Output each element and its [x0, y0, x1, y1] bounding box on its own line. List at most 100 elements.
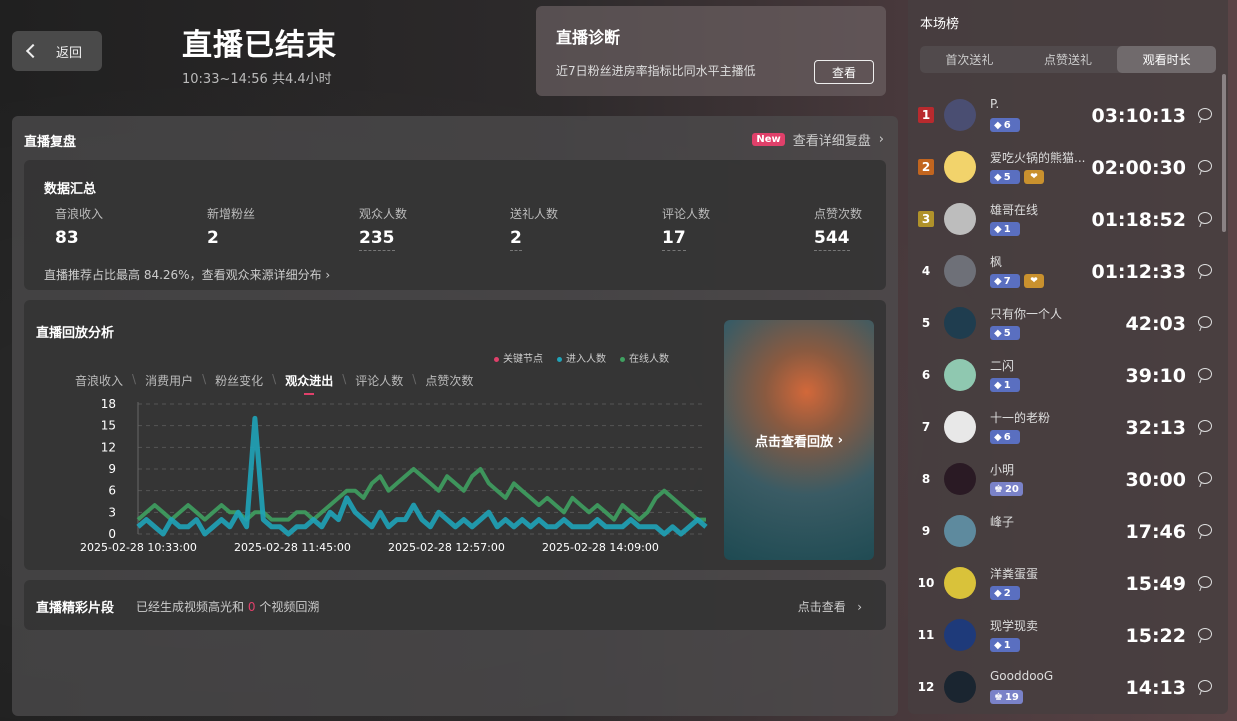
- highlights-link-label: 点击查看: [797, 600, 846, 614]
- avatar[interactable]: [944, 619, 976, 651]
- rank-number: 8: [921, 472, 931, 486]
- level-value: 7: [1003, 275, 1011, 287]
- stat-new-fans: 新增粉丝 2: [207, 205, 255, 248]
- user-level-badge: ◆ 6: [990, 118, 1020, 132]
- ranking-row[interactable]: 4 枫 ◆ 7 ❤ 01:12:33: [908, 246, 1228, 298]
- diamond-icon: ◆: [994, 275, 1002, 287]
- avatar[interactable]: [944, 463, 976, 495]
- avatar[interactable]: [944, 307, 976, 339]
- review-panel: 直播复盘 New 查看详细复盘 › 数据汇总 音浪收入 83 新增粉丝 2 观众…: [12, 116, 898, 716]
- ranking-row[interactable]: 12 GooddooG ♚ 19 14:13: [908, 662, 1228, 714]
- rank-number: 2: [918, 159, 934, 175]
- avatar[interactable]: [944, 567, 976, 599]
- ranking-row[interactable]: 6 二闪 ◆ 1 39:10: [908, 350, 1228, 402]
- avatar[interactable]: [944, 359, 976, 391]
- source-distribution-link[interactable]: 直播推荐占比最高 84.26%，查看观众来源详细分布 ›: [44, 266, 330, 283]
- comment-icon[interactable]: [1198, 160, 1212, 172]
- watch-duration: 15:49: [1125, 573, 1186, 595]
- x-tick-label: 2025-02-28 11:45:00: [234, 541, 351, 554]
- replay-thumbnail[interactable]: 点击查看回放 ›: [724, 320, 874, 560]
- stat-likes[interactable]: 点赞次数 544: [814, 205, 862, 251]
- chevron-right-icon: ›: [849, 600, 862, 614]
- diamond-icon: ◆: [994, 379, 1002, 391]
- stat-value: 83: [55, 228, 79, 248]
- comment-icon[interactable]: [1198, 472, 1212, 484]
- stat-label: 音浪收入: [55, 207, 104, 221]
- rank-number: 12: [917, 680, 935, 694]
- tab-watch-time[interactable]: 观看时长: [1117, 46, 1217, 73]
- comment-icon[interactable]: [1198, 524, 1212, 536]
- ranking-panel: 本场榜 首次送礼 点赞送礼 观看时长 1 P. ◆ 6 03:10:13 2 爱吃火锅的熊猫…: [908, 0, 1228, 714]
- stat-viewers[interactable]: 观众人数 235: [359, 205, 407, 251]
- ranking-row[interactable]: 10 洋粪蛋蛋 ◆ 2 15:49: [908, 558, 1228, 610]
- watch-duration: 17:46: [1125, 521, 1186, 543]
- level-value: 19: [1004, 691, 1019, 703]
- ranking-row[interactable]: 3 雄哥在线 ◆ 1 01:18:52: [908, 194, 1228, 246]
- ranking-row[interactable]: 8 小明 ♚ 20 30:00: [908, 454, 1228, 506]
- avatar[interactable]: [944, 151, 976, 183]
- data-summary-card: 数据汇总 音浪收入 83 新增粉丝 2 观众人数 235 送礼人数 2 评论人数…: [24, 160, 886, 290]
- comment-icon[interactable]: [1198, 680, 1212, 692]
- diagnosis-view-button[interactable]: 查看: [814, 60, 874, 84]
- user-level-badge: ◆ 1: [990, 378, 1020, 392]
- level-value: 6: [1003, 119, 1011, 131]
- watch-duration: 15:22: [1125, 625, 1186, 647]
- title-block: 直播已结束 10:33~14:56 共4.4小时: [182, 20, 337, 87]
- ranking-row[interactable]: 7 十一的老粉 ◆ 6 32:13: [908, 402, 1228, 454]
- diamond-icon: ◆: [994, 639, 1002, 651]
- medal-icon: ❤: [1024, 274, 1044, 288]
- highlights-count: 0: [247, 600, 256, 614]
- avatar[interactable]: [944, 671, 976, 703]
- back-button[interactable]: 返回: [12, 31, 102, 71]
- stat-gifters[interactable]: 送礼人数 2: [510, 205, 558, 251]
- user-badges: ◆ 1: [990, 222, 1020, 236]
- stat-value: 235: [359, 228, 395, 251]
- rank-number: 4: [921, 264, 931, 278]
- y-tick-label: 3: [108, 505, 116, 519]
- ranking-row[interactable]: 9 峰子 17:46: [908, 506, 1228, 558]
- level-value: 2: [1003, 587, 1011, 599]
- stat-label: 评论人数: [662, 207, 711, 221]
- user-name: 十一的老粉: [990, 411, 1051, 425]
- avatar[interactable]: [944, 203, 976, 235]
- ranking-row[interactable]: 5 只有你一个人 ◆ 5 42:03: [908, 298, 1228, 350]
- ranking-title: 本场榜: [920, 17, 960, 32]
- avatar[interactable]: [944, 99, 976, 131]
- avatar[interactable]: [944, 515, 976, 547]
- x-tick-label: 2025-02-28 12:57:00: [388, 541, 505, 554]
- comment-icon[interactable]: [1198, 108, 1212, 120]
- live-time-range: 10:33~14:56 共4.4小时: [182, 72, 332, 87]
- new-badge: New: [752, 133, 785, 146]
- comment-icon[interactable]: [1198, 316, 1212, 328]
- tab-first-gift[interactable]: 首次送礼: [920, 46, 1019, 73]
- comment-icon[interactable]: [1198, 264, 1212, 276]
- diamond-icon: ◆: [994, 171, 1002, 183]
- user-badges: ◆ 1: [990, 378, 1020, 392]
- ranking-row[interactable]: 2 爱吃火锅的熊猫... ◆ 5 ❤ 02:00:30: [908, 142, 1228, 194]
- stat-commenters[interactable]: 评论人数 17: [662, 205, 710, 251]
- user-name: 小明: [990, 463, 1015, 477]
- comment-icon[interactable]: [1198, 420, 1212, 432]
- detail-review-link[interactable]: New 查看详细复盘 ›: [752, 130, 884, 149]
- y-tick-label: 15: [101, 419, 116, 433]
- user-badges: ♚ 19: [990, 690, 1023, 704]
- comment-icon[interactable]: [1198, 628, 1212, 640]
- fan-level-badge: ♚ 20: [990, 482, 1023, 496]
- ranking-row[interactable]: 11 现学现卖 ◆ 1 15:22: [908, 610, 1228, 662]
- comment-icon[interactable]: [1198, 368, 1212, 380]
- comment-icon[interactable]: [1198, 212, 1212, 224]
- rank-number: 10: [917, 576, 935, 590]
- user-badges: ◆ 2: [990, 586, 1020, 600]
- avatar[interactable]: [944, 411, 976, 443]
- highlights-desc-a: 已经生成视频高光和: [136, 600, 245, 614]
- user-badges: ◆ 5 ❤: [990, 170, 1044, 184]
- viewer-flow-chart[interactable]: 0 3 6 9 12 15 18 2025-02-28 10:33:00 2025-02-28 …: [24, 300, 714, 570]
- comment-icon[interactable]: [1198, 576, 1212, 588]
- user-name: 峰子: [990, 515, 1015, 529]
- tab-like-gift[interactable]: 点赞送礼: [1019, 46, 1118, 73]
- user-badges: ◆ 7 ❤: [990, 274, 1044, 288]
- avatar[interactable]: [944, 255, 976, 287]
- ranking-row[interactable]: 1 P. ◆ 6 03:10:13: [908, 90, 1228, 142]
- back-label: 返回: [56, 45, 83, 61]
- highlights-view-link[interactable]: 点击查看 ›: [798, 598, 862, 615]
